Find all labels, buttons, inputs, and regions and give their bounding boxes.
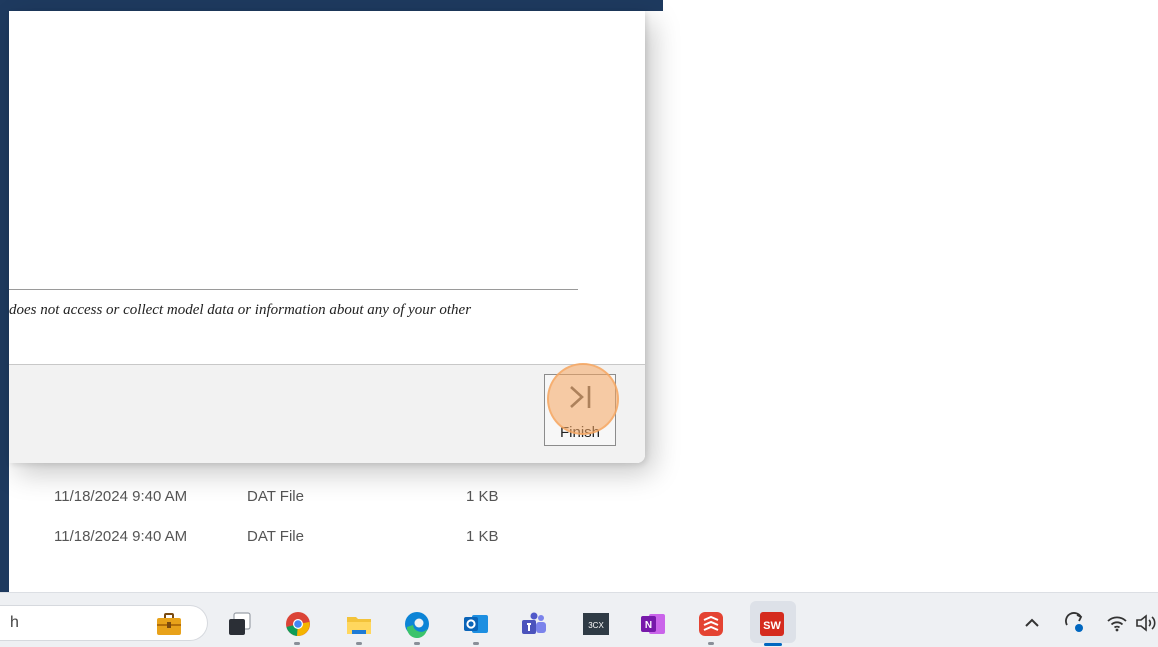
installer-dialog: does not access or collect model data or… (9, 11, 645, 463)
running-indicator (414, 642, 420, 645)
solidworks-label: SW (763, 620, 781, 632)
file-size: 1 KB (466, 528, 499, 545)
solidworks-icon[interactable]: SW (758, 610, 786, 638)
onenote-icon[interactable]: N (639, 610, 667, 638)
outlook-icon[interactable] (462, 610, 490, 638)
todoist-icon[interactable] (697, 610, 725, 638)
3cx-icon[interactable]: 3CX (582, 610, 610, 638)
running-indicator (356, 642, 362, 645)
chevron-up-icon[interactable] (1020, 611, 1044, 635)
file-date: 11/18/2024 9:40 AM (54, 488, 188, 505)
search-text: h (10, 614, 19, 631)
file-row[interactable]: 11/18/2024 9:40 AM DAT File 1 KB (0, 478, 640, 518)
running-indicator (708, 642, 714, 645)
wifi-icon[interactable] (1105, 611, 1129, 635)
teams-icon[interactable] (520, 610, 548, 638)
volume-icon[interactable] (1134, 611, 1158, 635)
skip-to-end-icon (570, 386, 591, 408)
divider (9, 289, 578, 290)
task-view-icon[interactable] (226, 610, 254, 638)
onenote-label: N (645, 620, 652, 631)
file-date: 11/18/2024 9:40 AM (54, 528, 188, 545)
taskbar: h 3CX N SW (0, 592, 1158, 647)
finish-button[interactable]: Finish (544, 374, 616, 446)
dialog-footer: Finish (9, 365, 645, 463)
3cx-label: 3CX (588, 621, 604, 630)
running-indicator (294, 642, 300, 645)
sync-icon[interactable] (1063, 611, 1087, 635)
file-explorer-icon[interactable] (345, 610, 373, 638)
privacy-text: does not access or collect model data or… (9, 302, 472, 318)
file-row[interactable]: 11/18/2024 9:40 AM DAT File 1 KB (0, 518, 640, 558)
file-type: DAT File (247, 528, 304, 545)
finish-label: Finish (559, 424, 600, 441)
file-size: 1 KB (466, 488, 499, 505)
edge-icon[interactable] (403, 610, 431, 638)
file-type: DAT File (247, 488, 304, 505)
chrome-icon[interactable] (284, 610, 312, 638)
running-indicator (473, 642, 479, 645)
briefcase-icon[interactable] (155, 610, 183, 638)
desktop-background-top (0, 0, 663, 11)
